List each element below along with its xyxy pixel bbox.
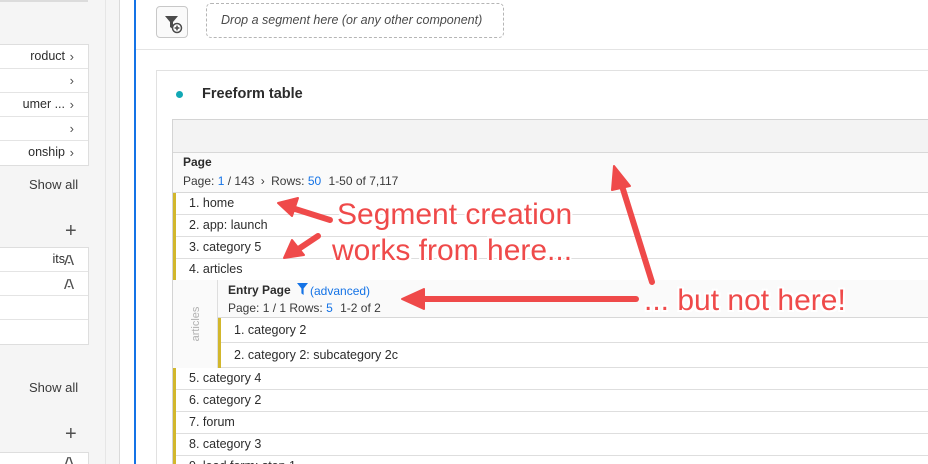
chevron-right-icon[interactable]: ›: [70, 45, 74, 68]
breakdown-row-range: 1-2 of 2: [340, 301, 381, 315]
row-label: 3. category 5: [189, 240, 262, 254]
rail-divider: [0, 0, 88, 2]
list-item-label: umer ...: [22, 97, 65, 111]
row-label: 6. category 2: [189, 393, 262, 407]
chevron-right-icon[interactable]: ›: [70, 117, 74, 140]
rows-label: Rows:: [271, 174, 305, 188]
row-label: 5. category 4: [189, 371, 262, 385]
segment-drop-zone[interactable]: Drop a segment here (or any other compon…: [206, 3, 504, 38]
breakdown-parent-label: articles: [190, 306, 202, 342]
row-label: 9. lead form: step 1: [189, 456, 296, 464]
list-item-label: roduct: [30, 49, 65, 63]
page-number-input[interactable]: 1: [218, 174, 225, 188]
rows-per-page-select[interactable]: 50: [308, 174, 321, 188]
list-item[interactable]: ›: [0, 69, 88, 93]
list-item[interactable]: roduct ›: [0, 45, 88, 69]
breakdown-gutter: articles: [173, 280, 218, 368]
advanced-filter-link[interactable]: (advanced): [310, 284, 370, 298]
list-item[interactable]: [0, 296, 88, 320]
filter-add-icon: [165, 16, 183, 34]
show-all-link[interactable]: Show all: [29, 177, 78, 192]
rail-gap: [120, 0, 134, 464]
funnel-icon[interactable]: [297, 283, 308, 295]
table-row[interactable]: 9. lead form: step 1: [173, 456, 928, 464]
page-total: / 143: [227, 174, 255, 188]
left-rail: roduct › › umer ... › › onship › Show al…: [0, 0, 105, 464]
row-range: 1-50 of 7,117: [328, 174, 399, 188]
adobe-icon: [64, 279, 74, 289]
table-row[interactable]: 6. category 2: [173, 390, 928, 412]
breakdown-row[interactable]: 1. category 2: [218, 318, 928, 343]
list-item[interactable]: ›: [0, 117, 88, 141]
table-row[interactable]: 7. forum: [173, 412, 928, 434]
chevron-right-icon[interactable]: ›: [70, 93, 74, 116]
add-segment-button[interactable]: [156, 6, 188, 38]
row-label: 4. articles: [189, 262, 243, 276]
chevron-right-icon[interactable]: ›: [70, 69, 74, 92]
list-item[interactable]: its: [0, 248, 88, 272]
row-highlight-bar: [173, 434, 176, 456]
table-row[interactable]: 5. category 4: [173, 368, 928, 390]
pagination: Page: 1 / 143 › Rows: 50 1-50 of 7,117: [183, 174, 398, 188]
row-highlight-bar: [173, 368, 176, 390]
row-highlight-bar: [173, 456, 176, 464]
annotation-text: Segment creation: [337, 198, 573, 231]
segment-drop-bar: Drop a segment here (or any other compon…: [136, 0, 928, 50]
next-page-icon[interactable]: ›: [261, 174, 265, 188]
breakdown-row[interactable]: 2. category 2: subcategory 2c: [218, 343, 928, 368]
row-highlight-bar: [173, 215, 176, 237]
row-highlight-bar: [173, 193, 176, 215]
component-list-1: roduct › › umer ... › › onship ›: [0, 44, 89, 166]
panel-status-dot: [176, 91, 183, 98]
row-label: 8. category 3: [189, 437, 262, 451]
dimension-header: Page Page: 1 / 143 › Rows: 50 1-50 of 7,…: [173, 153, 928, 193]
row-highlight-bar: [173, 259, 176, 281]
row-label: 7. forum: [189, 415, 235, 429]
row-highlight-bar: [173, 237, 176, 259]
panel-title: Freeform table: [202, 86, 303, 102]
dimension-name[interactable]: Page: [183, 155, 212, 169]
row-label: 1. category 2: [234, 323, 307, 337]
add-icon[interactable]: +: [65, 424, 77, 444]
adobe-icon: [64, 255, 74, 265]
row-highlight-bar: [173, 412, 176, 434]
panel-resize-handle[interactable]: [134, 0, 136, 464]
breakdown-pagination: Page: 1 / 1 Rows: 5 1-2 of 2: [228, 301, 381, 315]
row-highlight-bar: [218, 343, 221, 368]
row-highlight-bar: [218, 318, 221, 343]
chevron-right-icon[interactable]: ›: [70, 141, 74, 164]
row-label: 2. app: launch: [189, 218, 268, 232]
list-item[interactable]: [0, 320, 88, 344]
annotation-text: works from here...: [332, 234, 573, 267]
row-label: 1. home: [189, 196, 235, 210]
add-icon[interactable]: +: [65, 221, 77, 241]
annotation-text: ... but not here!: [644, 284, 846, 317]
adobe-icon: [65, 457, 73, 464]
table-row[interactable]: 8. category 3: [173, 434, 928, 456]
metric-header-band: [173, 120, 928, 153]
page-label: Page:: [183, 174, 215, 188]
component-list-2: its: [0, 247, 89, 345]
list-item[interactable]: [0, 453, 88, 464]
row-highlight-bar: [173, 390, 176, 412]
rail-scrollbar[interactable]: [105, 0, 119, 464]
list-item[interactable]: [0, 272, 88, 296]
list-item[interactable]: umer ... ›: [0, 93, 88, 117]
show-all-link[interactable]: Show all: [29, 380, 78, 395]
list-item-label: onship: [28, 145, 65, 159]
breakdown-dimension-name[interactable]: Entry Page: [228, 283, 291, 297]
breakdown-rows-select[interactable]: 5: [326, 301, 333, 315]
list-item[interactable]: onship ›: [0, 141, 88, 165]
row-label: 2. category 2: subcategory 2c: [234, 348, 398, 362]
breakdown-pager-text: Page: 1 / 1 Rows:: [228, 301, 323, 315]
component-list-3: [0, 452, 89, 464]
